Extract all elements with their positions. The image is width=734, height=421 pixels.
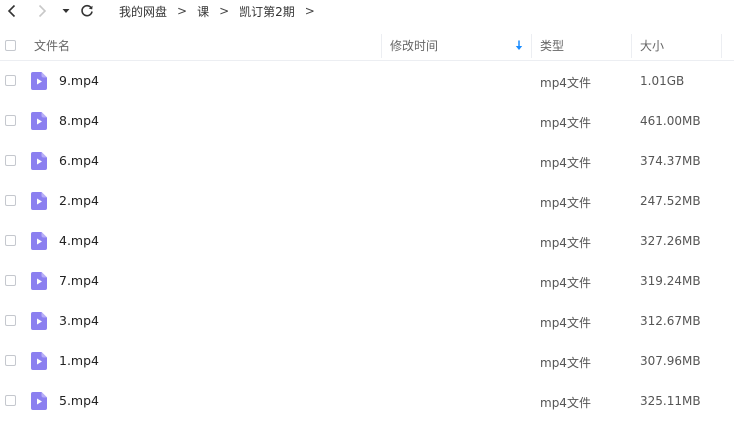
refresh-icon — [81, 4, 93, 17]
file-size: 461.00MB — [640, 114, 701, 128]
chevron-right-icon — [38, 4, 47, 18]
column-divider[interactable] — [631, 34, 632, 58]
file-row[interactable]: 2.mp4 mp4文件 247.52MB — [0, 181, 734, 221]
file-type: mp4文件 — [540, 116, 591, 130]
row-checkbox[interactable] — [5, 75, 16, 86]
file-type: mp4文件 — [540, 276, 591, 290]
file-size: 247.52MB — [640, 194, 701, 208]
sort-descending-icon — [515, 40, 523, 50]
file-size: 312.67MB — [640, 314, 701, 328]
file-name[interactable]: 3.mp4 — [59, 313, 99, 328]
video-file-icon — [31, 72, 47, 90]
file-name[interactable]: 4.mp4 — [59, 233, 99, 248]
back-button[interactable] — [4, 2, 20, 20]
breadcrumb-item-current[interactable]: 凯订第2期 — [239, 3, 295, 20]
file-name[interactable]: 8.mp4 — [59, 113, 99, 128]
row-checkbox[interactable] — [5, 155, 16, 166]
history-dropdown-button[interactable] — [60, 2, 72, 20]
video-file-icon — [31, 272, 47, 290]
file-size: 319.24MB — [640, 274, 701, 288]
file-type: mp4文件 — [540, 76, 591, 90]
file-size: 1.01GB — [640, 74, 685, 88]
forward-button[interactable] — [34, 2, 50, 20]
file-row[interactable]: 4.mp4 mp4文件 327.26MB — [0, 221, 734, 261]
file-row[interactable]: 9.mp4 mp4文件 1.01GB — [0, 61, 734, 101]
column-header-type[interactable]: 类型 — [540, 31, 630, 60]
file-name[interactable]: 5.mp4 — [59, 393, 99, 408]
column-header-name[interactable]: 文件名 — [34, 31, 380, 60]
file-row[interactable]: 1.mp4 mp4文件 307.96MB — [0, 341, 734, 381]
row-checkbox[interactable] — [5, 395, 16, 406]
file-name[interactable]: 9.mp4 — [59, 73, 99, 88]
file-row[interactable]: 7.mp4 mp4文件 319.24MB — [0, 261, 734, 301]
video-file-icon — [31, 112, 47, 130]
video-file-icon — [31, 152, 47, 170]
file-row[interactable]: 5.mp4 mp4文件 325.11MB — [0, 381, 734, 421]
file-type: mp4文件 — [540, 396, 591, 410]
navigation-toolbar: 我的网盘 > 课 > 凯订第2期 > — [0, 0, 734, 22]
file-size: 307.96MB — [640, 354, 701, 368]
file-name[interactable]: 6.mp4 — [59, 153, 99, 168]
video-file-icon — [31, 232, 47, 250]
file-size: 374.37MB — [640, 154, 701, 168]
column-header-size[interactable]: 大小 — [640, 31, 722, 60]
video-file-icon — [31, 192, 47, 210]
file-size: 325.11MB — [640, 394, 701, 408]
video-file-icon — [31, 392, 47, 410]
row-checkbox[interactable] — [5, 115, 16, 126]
file-name[interactable]: 7.mp4 — [59, 273, 99, 288]
column-divider[interactable] — [721, 34, 722, 58]
file-name[interactable]: 1.mp4 — [59, 353, 99, 368]
breadcrumb-separator: > — [304, 4, 315, 18]
row-checkbox[interactable] — [5, 355, 16, 366]
row-checkbox[interactable] — [5, 315, 16, 326]
select-all-cell — [5, 31, 18, 60]
file-row[interactable]: 8.mp4 mp4文件 461.00MB — [0, 101, 734, 141]
file-type: mp4文件 — [540, 236, 591, 250]
file-row[interactable]: 6.mp4 mp4文件 374.37MB — [0, 141, 734, 181]
select-all-checkbox[interactable] — [5, 40, 16, 51]
file-type: mp4文件 — [540, 196, 591, 210]
file-row[interactable]: 3.mp4 mp4文件 312.67MB — [0, 301, 734, 341]
column-divider[interactable] — [381, 34, 382, 58]
file-list-header: 文件名 修改时间 类型 大小 — [0, 31, 734, 61]
file-name[interactable]: 2.mp4 — [59, 193, 99, 208]
chevron-left-icon — [7, 4, 16, 18]
breadcrumb: 我的网盘 > 课 > 凯订第2期 > — [119, 3, 325, 19]
file-size: 327.26MB — [640, 234, 701, 248]
breadcrumb-separator: > — [219, 4, 230, 18]
video-file-icon — [31, 312, 47, 330]
row-checkbox[interactable] — [5, 275, 16, 286]
row-checkbox[interactable] — [5, 195, 16, 206]
caret-down-icon — [62, 9, 70, 13]
breadcrumb-separator: > — [177, 4, 188, 18]
column-divider[interactable] — [531, 34, 532, 58]
row-checkbox[interactable] — [5, 235, 16, 246]
breadcrumb-item-root[interactable]: 我的网盘 — [119, 3, 167, 20]
file-type: mp4文件 — [540, 156, 591, 170]
refresh-button[interactable] — [78, 2, 96, 20]
video-file-icon — [31, 352, 47, 370]
file-type: mp4文件 — [540, 356, 591, 370]
file-type: mp4文件 — [540, 316, 591, 330]
column-header-modified[interactable]: 修改时间 — [390, 31, 530, 60]
breadcrumb-item-folder[interactable]: 课 — [197, 3, 209, 20]
